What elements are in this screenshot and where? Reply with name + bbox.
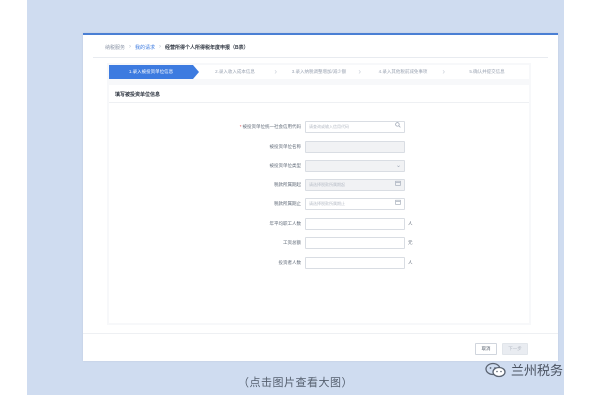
unit-type-select[interactable]: ⌄ bbox=[305, 160, 405, 172]
step-label: 4.录入其他税前减免事项 bbox=[378, 69, 428, 74]
period-end-placeholder: 请选择税款所属期止 bbox=[309, 201, 345, 206]
investors-input[interactable] bbox=[305, 257, 405, 269]
row-period-start: 税款所属期起 请选择税款所属期起 bbox=[109, 179, 529, 191]
row-employees: 年平均职工人数 人 bbox=[109, 218, 529, 230]
step-label: 1.录入被投资单位信息 bbox=[128, 69, 174, 74]
cancel-button[interactable]: 取消 bbox=[475, 343, 497, 355]
header-divider bbox=[93, 57, 548, 58]
row-wages: 工资总额 元 bbox=[109, 237, 529, 249]
unit-name-field bbox=[305, 141, 405, 153]
investors-unit: 人 bbox=[408, 260, 413, 265]
step-progress: 1.录入被投资单位信息 2.录入收入成本信息 › 3.录入纳税调整增加/减少额 › … bbox=[109, 65, 529, 79]
unit-type-label: 被投资单位类型 bbox=[269, 163, 302, 168]
screenshot-frame: 纳税服务 › 我的请求 › 经营所得个人所得税年度申报（B表） 1.录入被投资单… bbox=[27, 0, 564, 395]
panel-title: 填写被投资单位信息 bbox=[115, 92, 161, 98]
unit-name-label: 被投资单位名称 bbox=[269, 144, 302, 149]
row-unit-name: 被投资单位名称 bbox=[109, 141, 529, 153]
employees-unit: 人 bbox=[408, 221, 413, 226]
employees-input[interactable] bbox=[305, 218, 405, 230]
required-mark: * bbox=[239, 124, 242, 129]
calendar-icon bbox=[395, 180, 401, 190]
app-window: 纳税服务 › 我的请求 › 经营所得个人所得税年度申报（B表） 1.录入被投资单… bbox=[83, 33, 558, 361]
search-icon[interactable] bbox=[395, 122, 401, 132]
brand-name: 兰州税务 bbox=[511, 363, 564, 378]
wages-input[interactable] bbox=[305, 237, 405, 249]
period-end-label: 税款所属期止 bbox=[274, 201, 301, 206]
form-panel: 填写被投资单位信息 *被投资单位统一社会信用代码 请查询或输入信用代码 被投资单… bbox=[109, 85, 529, 323]
period-start-datepicker[interactable]: 请选择税款所属期起 bbox=[305, 179, 405, 191]
breadcrumb: 纳税服务 › 我的请求 › 经营所得个人所得税年度申报（B表） bbox=[105, 41, 249, 53]
wechat-icon bbox=[485, 362, 507, 378]
step-4[interactable]: 4.录入其他税前减免事项 › bbox=[361, 65, 445, 79]
breadcrumb-item-home[interactable]: 纳税服务 bbox=[105, 44, 125, 51]
breadcrumb-item-requests[interactable]: 我的请求 bbox=[135, 44, 155, 51]
breadcrumb-item-current: 经营所得个人所得税年度申报（B表） bbox=[165, 44, 249, 51]
credit-code-input[interactable]: 请查询或输入信用代码 bbox=[305, 121, 405, 133]
step-3[interactable]: 3.录入纳税调整增加/减少额 › bbox=[277, 65, 361, 79]
step-label: 2.录入收入成本信息 bbox=[215, 69, 255, 74]
row-unit-type: 被投资单位类型 ⌄ bbox=[109, 160, 529, 172]
chevron-down-icon: ⌄ bbox=[395, 163, 401, 169]
period-start-placeholder: 请选择税款所属期起 bbox=[309, 182, 345, 187]
step-1[interactable]: 1.录入被投资单位信息 bbox=[109, 65, 199, 79]
step-label: 5.确认并提交信息 bbox=[469, 69, 505, 74]
main-content: 1.录入被投资单位信息 2.录入收入成本信息 › 3.录入纳税调整增加/减少额 › … bbox=[107, 63, 531, 325]
breadcrumb-separator-icon: › bbox=[159, 44, 162, 50]
wages-label: 工资总额 bbox=[283, 240, 301, 245]
next-step-button[interactable]: 下一步 bbox=[502, 343, 528, 355]
period-start-label: 税款所属期起 bbox=[274, 182, 301, 187]
brand-watermark: 兰州税务 bbox=[485, 360, 563, 379]
investors-label: 投资者人数 bbox=[278, 260, 302, 265]
credit-code-label-text: 被投资单位统一社会信用代码 bbox=[242, 124, 302, 129]
row-period-end: 税款所属期止 请选择税款所属期止 bbox=[109, 198, 529, 210]
wages-unit: 元 bbox=[408, 240, 413, 245]
breadcrumb-separator-icon: › bbox=[129, 44, 132, 50]
step-2[interactable]: 2.录入收入成本信息 › bbox=[193, 65, 277, 79]
panel-divider bbox=[109, 102, 529, 103]
row-investors: 投资者人数 人 bbox=[109, 257, 529, 269]
employees-label: 年平均职工人数 bbox=[269, 221, 302, 226]
calendar-icon bbox=[395, 199, 401, 209]
step-label: 3.录入纳税调整增加/减少额 bbox=[291, 69, 347, 74]
step-5[interactable]: 5.确认并提交信息 bbox=[445, 65, 529, 79]
row-credit-code: *被投资单位统一社会信用代码 请查询或输入信用代码 bbox=[109, 121, 529, 133]
footer-divider bbox=[83, 333, 558, 334]
credit-code-placeholder: 请查询或输入信用代码 bbox=[309, 124, 349, 129]
period-end-datepicker[interactable]: 请选择税款所属期止 bbox=[305, 198, 405, 210]
credit-code-label: *被投资单位统一社会信用代码 bbox=[240, 124, 301, 130]
